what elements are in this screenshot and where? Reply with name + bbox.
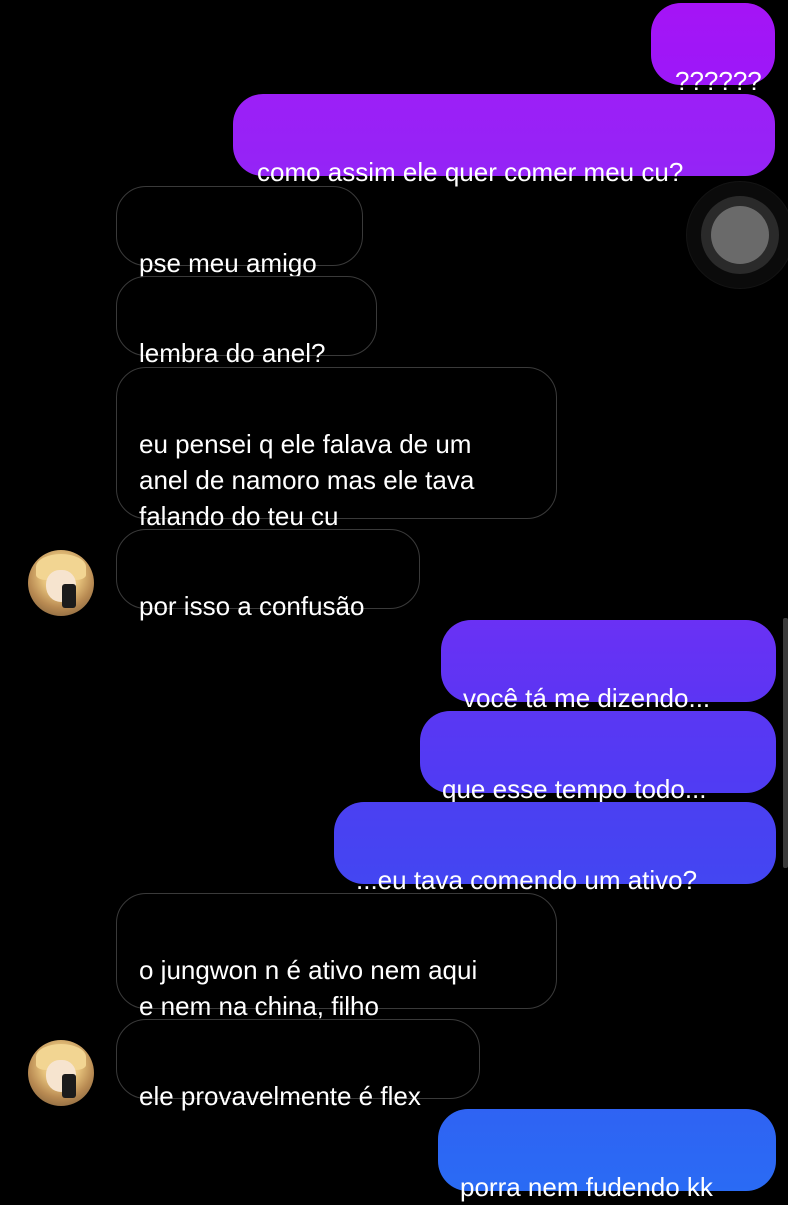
message-bubble-outgoing[interactable]: que esse tempo todo... [420, 711, 776, 804]
message-bubble-incoming[interactable]: pse meu amigo [116, 186, 363, 278]
message-text: que esse tempo todo... [442, 774, 707, 804]
message-bubble-incoming[interactable]: ele provavelmente é flex [116, 1019, 480, 1111]
message-text: eu pensei q ele falava de um anel de nam… [139, 429, 475, 531]
message-bubble-outgoing[interactable]: ...eu tava comendo um ativo? [334, 802, 776, 895]
message-bubble-outgoing[interactable]: ?????? [651, 3, 775, 96]
message-bubble-outgoing[interactable]: você tá me dizendo... [441, 620, 776, 713]
message-text: ...eu tava comendo um ativo? [356, 865, 698, 895]
message-text: você tá me dizendo... [463, 683, 711, 713]
assistive-touch-icon[interactable] [687, 182, 788, 288]
message-text: por isso a confusão [139, 591, 365, 621]
message-bubble-incoming[interactable]: eu pensei q ele falava de um anel de nam… [116, 367, 557, 531]
message-bubble-outgoing[interactable]: porra nem fudendo kk [438, 1109, 776, 1202]
profile-avatar[interactable] [28, 550, 94, 616]
message-bubble-incoming[interactable]: o jungwon n é ativo nem aqui e nem na ch… [116, 893, 557, 1021]
message-text: pse meu amigo [139, 248, 317, 278]
avatar-phone [62, 584, 76, 608]
message-text: o jungwon n é ativo nem aqui e nem na ch… [139, 955, 478, 1021]
avatar-phone [62, 1074, 76, 1098]
message-bubble-incoming[interactable]: por isso a confusão [116, 529, 420, 621]
message-text: porra nem fudendo kk [460, 1172, 713, 1202]
message-bubble-incoming[interactable]: lembra do anel? [116, 276, 377, 368]
assistive-touch-center [711, 206, 769, 264]
message-text: lembra do anel? [139, 338, 326, 368]
message-text: como assim ele quer comer meu cu? [257, 157, 684, 187]
profile-avatar[interactable] [28, 1040, 94, 1106]
message-text: ?????? [675, 66, 762, 96]
edge-scrollbar[interactable] [783, 618, 788, 868]
message-bubble-outgoing[interactable]: como assim ele quer comer meu cu? [233, 94, 775, 187]
message-text: ele provavelmente é flex [139, 1081, 421, 1111]
